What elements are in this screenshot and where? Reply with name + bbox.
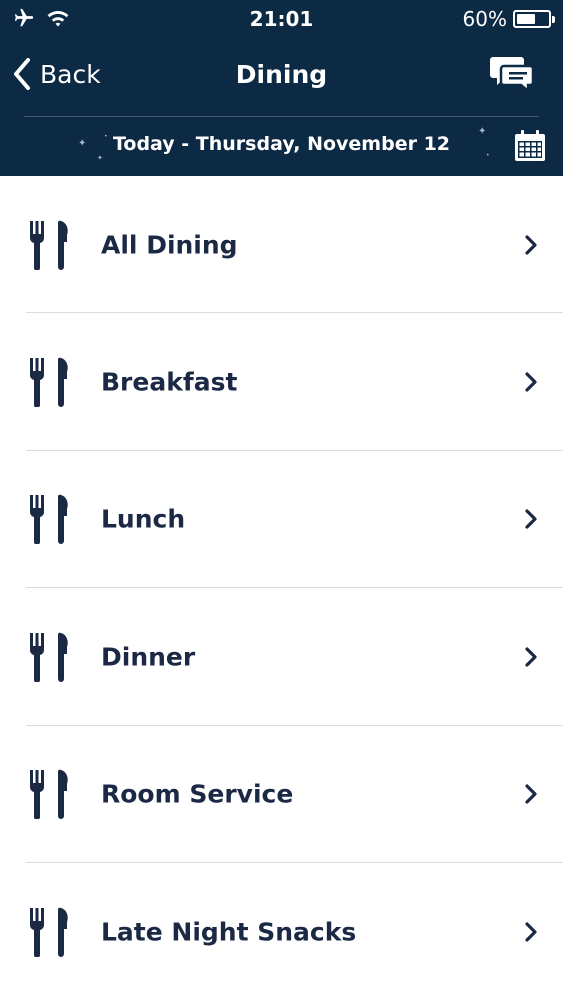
list-item-label: Late Night Snacks [101,917,357,947]
list-item-label: Dinner [101,642,196,672]
list-item-label: Room Service [101,779,294,809]
chevron-right-icon [525,509,537,530]
list-item-label: Lunch [101,504,186,534]
list-item-breakfast[interactable]: Breakfast [0,313,563,451]
list-item-label: All Dining [101,230,238,260]
list-item-label: Breakfast [101,367,238,397]
fork-knife-icon [29,495,68,545]
list-item-all-dining[interactable]: All Dining [0,176,563,314]
fork-knife-icon [29,357,68,408]
battery-fill [517,14,535,24]
chevron-right-icon [525,647,537,667]
dining-menu-list: All Dining Breakfast Lunch Dinner Room S… [0,176,563,1000]
battery-percent: 60% [462,7,507,31]
fork-knife-icon [29,769,68,820]
list-item-dinner[interactable]: Dinner [0,588,563,726]
battery-icon [513,10,555,28]
calendar-button[interactable] [513,129,547,163]
list-item-late-night-snacks[interactable]: Late Night Snacks [0,863,563,1000]
header: 21:01 60% Back Dining ✦ ✦ • ✦ • Today - … [0,0,563,176]
chevron-right-icon [525,784,537,804]
nav-bar: Back Dining [0,45,563,109]
fork-knife-icon [29,907,68,957]
chevron-right-icon [525,235,537,255]
list-item-room-service[interactable]: Room Service [0,726,563,863]
page-title: Dining [235,60,328,89]
chevron-right-icon [525,372,537,392]
fork-knife-icon [29,632,68,682]
date-bar: ✦ ✦ • ✦ • Today - Thursday, November 12 [0,117,563,176]
calendar-icon [515,130,545,161]
list-item-lunch[interactable]: Lunch [0,451,563,589]
chevron-right-icon [525,922,537,942]
chat-button[interactable] [489,53,537,94]
status-right: 60% [462,7,555,31]
chat-bubbles-icon [490,57,535,94]
date-label: Today - Thursday, November 12 [112,133,451,155]
status-bar: 21:01 60% [0,0,563,38]
fork-knife-icon [29,220,68,270]
